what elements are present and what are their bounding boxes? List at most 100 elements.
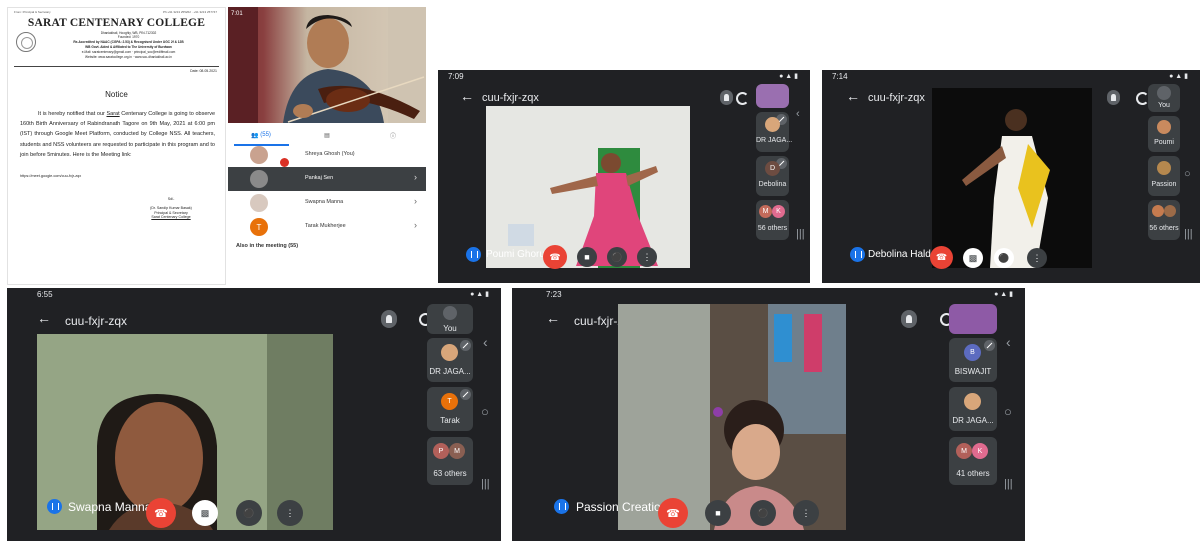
participant-row[interactable]: T Tarak Mukherjee › xyxy=(228,215,426,239)
meeting-code[interactable]: cuu-fxjr-zqx xyxy=(65,314,127,328)
back-arrow-icon[interactable]: ← xyxy=(37,310,51,326)
avatar xyxy=(250,170,268,188)
others-tile[interactable]: M K 56 others xyxy=(756,200,789,240)
speaker-name: Poumi Ghorui xyxy=(486,249,548,260)
tile-label: 56 others xyxy=(757,225,788,232)
others-tile[interactable]: P M 63 others xyxy=(427,437,473,485)
mic-button[interactable]: ⚫ xyxy=(750,500,776,526)
notification-bell-icon[interactable] xyxy=(720,90,733,105)
notice-body: It is hereby notified that our Sarat Cen… xyxy=(20,111,216,158)
participant-tile[interactable]: DR JAGA... xyxy=(756,112,792,152)
end-call-button[interactable]: ☎ xyxy=(658,498,688,528)
chevron-left-icon[interactable]: ‹ xyxy=(483,334,488,350)
participant-tile[interactable]: T Tarak xyxy=(427,387,473,431)
more-options-button[interactable]: ⋮ xyxy=(1027,248,1047,268)
avatar xyxy=(441,344,458,361)
participant-row[interactable]: Shreya Ghosh (You) xyxy=(228,143,426,167)
others-tile[interactable]: M K 41 others xyxy=(949,437,997,485)
recent-apps-icon[interactable]: ||| xyxy=(1004,478,1013,490)
chevron-left-icon[interactable]: ‹ xyxy=(1006,334,1011,350)
end-call-button[interactable]: ☎ xyxy=(146,498,176,528)
avatar xyxy=(250,146,268,164)
college-email: e-Mail: saratcentenary@gmail.com · princ… xyxy=(81,50,176,54)
camera-off-button[interactable]: ▩ xyxy=(963,248,983,268)
back-arrow-icon[interactable]: ← xyxy=(460,88,474,104)
recent-apps-icon[interactable]: ||| xyxy=(1184,228,1193,240)
tile-label: Poumi xyxy=(1154,139,1174,146)
meeting-link[interactable]: https://meet.google.com/cuu-fxjr-zqx xyxy=(20,174,81,178)
participant-tile[interactable]: Passion xyxy=(1148,156,1180,196)
back-arrow-icon[interactable]: ← xyxy=(546,310,560,326)
meeting-code[interactable]: cuu-fxjr-zqx xyxy=(868,92,925,104)
meet-screen-debolina: 7:14 ● ▲ ▮ ← cuu-fxjr-zqx Debolina Halde… xyxy=(822,70,1200,283)
participants-tab-bar: 👥 (55) ▤ ⓘ xyxy=(228,125,426,146)
tile-label: DR JAGA... xyxy=(952,416,994,425)
camera-button[interactable]: ■ xyxy=(705,500,731,526)
self-preview-tile[interactable] xyxy=(756,84,789,108)
avatar: M xyxy=(956,443,972,459)
others-tile[interactable]: 56 others xyxy=(1148,200,1180,240)
self-preview-tile[interactable] xyxy=(949,304,997,334)
main-video xyxy=(486,106,690,268)
notification-bell-icon[interactable] xyxy=(1107,90,1120,105)
avatar: M xyxy=(449,443,465,459)
participant-name: Pankaj Sen xyxy=(305,175,334,181)
violinist-illustration: 7:01 xyxy=(228,7,426,123)
avatar xyxy=(1157,120,1171,134)
notification-bell-icon[interactable] xyxy=(381,310,397,328)
notice-sd: Sd/- xyxy=(167,197,175,201)
home-button-icon[interactable]: ○ xyxy=(1004,404,1012,419)
home-button-icon[interactable]: ○ xyxy=(481,404,489,419)
avatar: K xyxy=(772,205,785,218)
mic-button[interactable]: ⚫ xyxy=(607,247,627,267)
camera-off-button[interactable]: ▩ xyxy=(192,500,218,526)
meeting-code[interactable]: cuu-fxjr-zqx xyxy=(482,92,539,104)
people-icon: 👥 xyxy=(251,132,259,139)
college-accreditation: Re-Accredited by NAAC (CGPA: 2.53) & Rec… xyxy=(73,40,184,44)
participant-tile[interactable]: Poumi xyxy=(1148,116,1180,152)
also-in-meeting-header: Also in the meeting (55) xyxy=(236,243,299,249)
participant-tile[interactable]: B BISWAJIT xyxy=(949,338,997,382)
tab-info[interactable]: ⓘ xyxy=(360,125,426,145)
speaker-name: Passion Creation xyxy=(576,500,668,514)
notice-phone-line: Ph:+91 3213 255262 · +91 3213 257747 xyxy=(162,10,217,14)
end-call-button[interactable]: ☎ xyxy=(543,245,567,269)
participant-tile[interactable]: DR JAGA... xyxy=(427,338,473,382)
more-options-button[interactable]: ⋮ xyxy=(277,500,303,526)
home-button-icon[interactable]: ○ xyxy=(1184,168,1191,180)
tile-label: Passion xyxy=(1151,181,1177,188)
participant-row[interactable]: Swapna Manna › xyxy=(228,191,426,215)
participant-row[interactable]: Pankaj Sen › xyxy=(228,167,426,191)
camera-button[interactable]: ■ xyxy=(577,247,597,267)
status-icons: ● ▲ ▮ xyxy=(994,291,1013,298)
self-tile[interactable]: You xyxy=(1148,84,1180,112)
more-options-button[interactable]: ⋮ xyxy=(637,247,657,267)
end-call-button[interactable]: ☎ xyxy=(930,246,953,269)
switch-camera-icon[interactable] xyxy=(736,92,749,105)
tile-label: You xyxy=(1158,102,1170,109)
chevron-left-icon[interactable]: ‹ xyxy=(796,108,800,120)
mic-off-button[interactable]: ⚫ xyxy=(994,248,1014,268)
speaker-name: Swapna Manna xyxy=(68,500,152,514)
status-icons: ● ▲ ▮ xyxy=(779,73,798,80)
notice-heading: Notice xyxy=(105,90,128,99)
status-time: 7:09 xyxy=(448,72,464,81)
participant-tile[interactable]: DR JAGA... xyxy=(949,387,997,431)
dancer-illustration xyxy=(486,106,690,268)
status-icons: ● ▲ ▮ xyxy=(470,291,489,298)
avatar: K xyxy=(972,443,988,459)
participant-tile[interactable]: D Debolina xyxy=(756,156,789,196)
more-options-button[interactable]: ⋮ xyxy=(793,500,819,526)
tab-chat[interactable]: ▤ xyxy=(294,125,360,145)
notification-bell-icon[interactable] xyxy=(901,310,917,328)
participant-name: Swapna Manna xyxy=(305,199,344,205)
recent-apps-icon[interactable]: ||| xyxy=(481,478,490,490)
muted-badge-icon xyxy=(280,158,289,167)
recent-apps-icon[interactable]: ||| xyxy=(796,228,805,240)
self-tile[interactable]: You xyxy=(427,304,473,334)
avatar xyxy=(1164,205,1176,217)
back-arrow-icon[interactable]: ← xyxy=(846,88,860,104)
college-founded: Founded: 1970 xyxy=(117,35,140,39)
tab-people[interactable]: 👥 (55) xyxy=(228,125,294,145)
mic-button[interactable]: ⚫ xyxy=(236,500,262,526)
